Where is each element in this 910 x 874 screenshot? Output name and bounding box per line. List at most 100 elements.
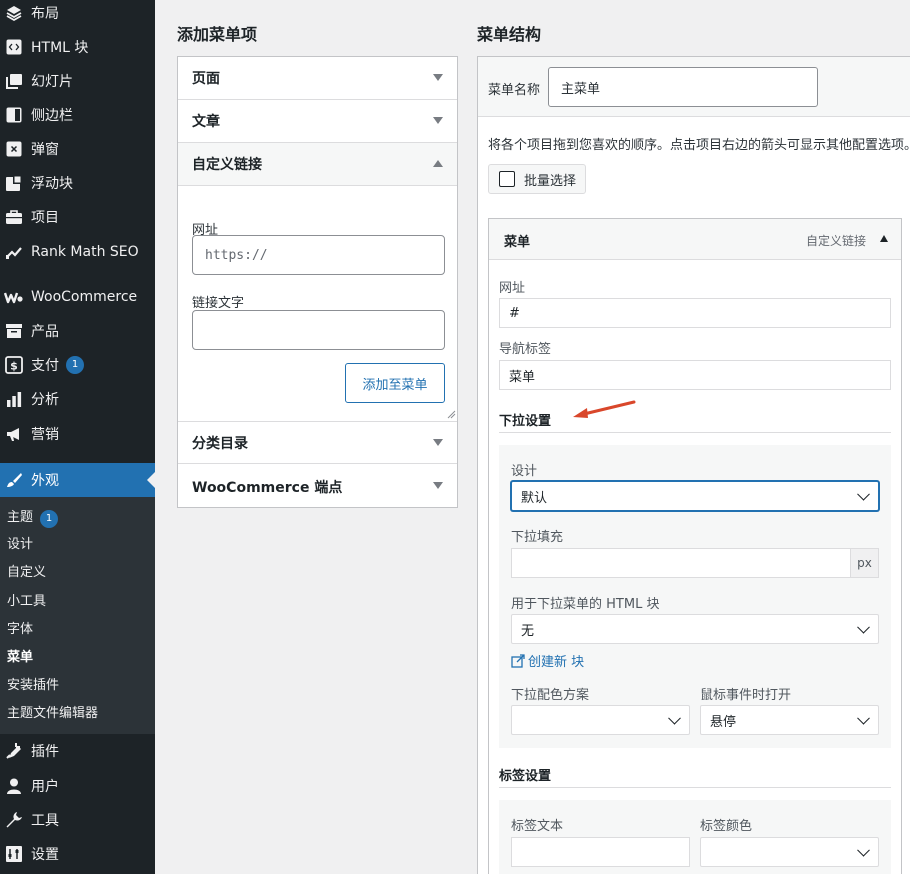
- accordion-pages[interactable]: 页面: [178, 57, 457, 100]
- checkbox[interactable]: [499, 171, 515, 187]
- design-label: 设计: [511, 464, 538, 479]
- accordion-custom-links[interactable]: 自定义链接: [178, 143, 457, 186]
- user-icon: [4, 776, 24, 796]
- add-to-menu-button[interactable]: 添加至菜单: [345, 363, 445, 403]
- menu-item-title: 菜单: [504, 235, 531, 250]
- sidebar-item-analytics[interactable]: 分析: [0, 382, 155, 416]
- accordion-posts[interactable]: 文章: [178, 100, 457, 143]
- sidebar-item-slides[interactable]: 幻灯片: [0, 64, 155, 98]
- chevron-down-icon: [857, 487, 870, 501]
- accordion-label: WooCommerce 端点: [192, 479, 343, 496]
- submenu-item-label: 主题: [7, 510, 34, 525]
- open-on-select[interactable]: 悬停: [700, 705, 879, 735]
- accordion-label: 分类目录: [192, 435, 248, 452]
- sidebar-item-popups[interactable]: 弹窗: [0, 132, 155, 166]
- design-select-value: 默认: [521, 490, 548, 506]
- chart-bar-icon: [4, 389, 24, 409]
- triangle-up-icon: [433, 160, 443, 167]
- plugin-icon: [4, 741, 24, 761]
- submenu-item-install-plugins[interactable]: 安装插件: [7, 675, 59, 697]
- appearance-submenu: 主题 1 设计 自定义 小工具 字体 菜单 安装插件 主题文件编辑器: [0, 497, 155, 734]
- collapse-arrow-icon[interactable]: [880, 235, 888, 242]
- slides-icon: [4, 71, 24, 91]
- triangle-down-icon: [433, 439, 443, 446]
- submenu-item-widgets[interactable]: 小工具: [7, 591, 46, 613]
- divider: [499, 787, 891, 788]
- sidebar-item-label: WooCommerce: [31, 289, 138, 305]
- accordion-label: 页面: [192, 71, 220, 87]
- submenu-item-themes[interactable]: 主题 1: [7, 507, 59, 529]
- payment-icon: $: [4, 355, 24, 375]
- accordion-label: 文章: [192, 114, 220, 130]
- add-menu-items-accordion: 页面 文章 自定义链接 网址 https:// 链接文字 添加至菜单 分类目录 …: [177, 56, 458, 508]
- sidebar-item-marketing[interactable]: 营销: [0, 417, 155, 451]
- accordion-categories[interactable]: 分类目录: [178, 421, 457, 464]
- accordion-label: 自定义链接: [192, 157, 262, 173]
- custom-link-text-input[interactable]: [192, 310, 445, 350]
- html-block-label: 用于下拉菜单的 HTML 块: [511, 597, 660, 612]
- svg-text:$: $: [10, 360, 18, 373]
- sidebar-item-floating-blocks[interactable]: 浮动块: [0, 166, 155, 200]
- resize-handle-icon[interactable]: [446, 409, 456, 419]
- sidebar-item-woocommerce[interactable]: WooCommerce: [0, 280, 155, 314]
- submenu-item-fonts[interactable]: 字体: [7, 619, 33, 641]
- label-text-input[interactable]: [511, 837, 690, 867]
- color-scheme-select[interactable]: [511, 705, 690, 735]
- code-block-icon: [4, 37, 24, 57]
- submenu-item-design[interactable]: 设计: [7, 534, 33, 556]
- sidebar-item-label: 项目: [31, 210, 59, 226]
- add-menu-items-title: 添加菜单项: [177, 25, 258, 44]
- create-new-block-link[interactable]: 创建新 块: [511, 651, 584, 670]
- archive-icon: [4, 321, 24, 341]
- nav-label-input[interactable]: 菜单: [499, 360, 891, 390]
- bulk-select-label: 批量选择: [524, 173, 577, 189]
- menu-name-input[interactable]: 主菜单: [548, 67, 818, 107]
- dropdown-padding-label: 下拉填充: [511, 530, 564, 545]
- bulk-select-button[interactable]: 批量选择: [488, 164, 586, 194]
- sidebar-item-products[interactable]: 产品: [0, 314, 155, 348]
- submenu-item-customize[interactable]: 自定义: [7, 562, 46, 584]
- chevron-down-icon: [668, 711, 681, 725]
- sidebar-item-label: 侧边栏: [31, 108, 73, 124]
- link-text-label: 链接文字: [192, 296, 245, 311]
- item-url-input[interactable]: #: [499, 298, 891, 328]
- open-on-label: 鼠标事件时打开: [700, 688, 792, 703]
- megaphone-icon: [4, 424, 24, 444]
- sidebar-item-label: 外观: [31, 473, 59, 489]
- sidebar-icon: [4, 105, 24, 125]
- sidebar-item-label: 浮动块: [31, 176, 73, 192]
- sidebar-item-sidebars[interactable]: 侧边栏: [0, 98, 155, 132]
- woocommerce-icon: [4, 287, 24, 307]
- sidebar-item-settings[interactable]: 设置: [0, 837, 155, 871]
- open-on-select-value: 悬停: [710, 714, 737, 730]
- triangle-down-icon: [433, 482, 443, 489]
- sidebar-item-plugins[interactable]: 插件: [0, 734, 155, 768]
- triangle-down-icon: [433, 74, 443, 81]
- sidebar-item-layouts[interactable]: 布局: [0, 0, 155, 30]
- submenu-item-menus[interactable]: 菜单: [7, 647, 33, 669]
- submenu-item-theme-file-editor[interactable]: 主题文件编辑器: [7, 703, 98, 725]
- sidebar-item-payments[interactable]: $ 支付 1: [0, 348, 155, 382]
- rank-math-icon: [4, 242, 24, 262]
- design-select[interactable]: 默认: [511, 481, 879, 511]
- dropdown-padding-input[interactable]: [511, 548, 851, 578]
- layers-icon: [4, 3, 24, 23]
- chevron-down-icon: [857, 620, 870, 634]
- sidebar-item-portfolio[interactable]: 项目: [0, 200, 155, 234]
- sidebar-item-html-block[interactable]: HTML 块: [0, 30, 155, 64]
- html-block-select[interactable]: 无: [511, 614, 879, 644]
- sidebar-item-appearance[interactable]: 外观: [0, 463, 155, 497]
- popup-icon: [4, 139, 24, 159]
- sidebar-item-label: 用户: [31, 779, 59, 795]
- custom-link-url-input[interactable]: https://: [192, 235, 445, 275]
- notification-badge: 1: [66, 356, 84, 374]
- sidebar-item-users[interactable]: 用户: [0, 769, 155, 803]
- sidebar-item-rank-math[interactable]: Rank Math SEO: [0, 235, 155, 269]
- label-settings-title: 标签设置: [499, 769, 552, 784]
- notification-badge: 1: [40, 510, 59, 528]
- sidebar-item-tools[interactable]: 工具: [0, 803, 155, 837]
- label-color-select[interactable]: [700, 837, 879, 867]
- paintbrush-icon: [4, 470, 24, 490]
- accordion-woocommerce-endpoints[interactable]: WooCommerce 端点: [178, 465, 457, 508]
- external-link-icon: [511, 653, 525, 668]
